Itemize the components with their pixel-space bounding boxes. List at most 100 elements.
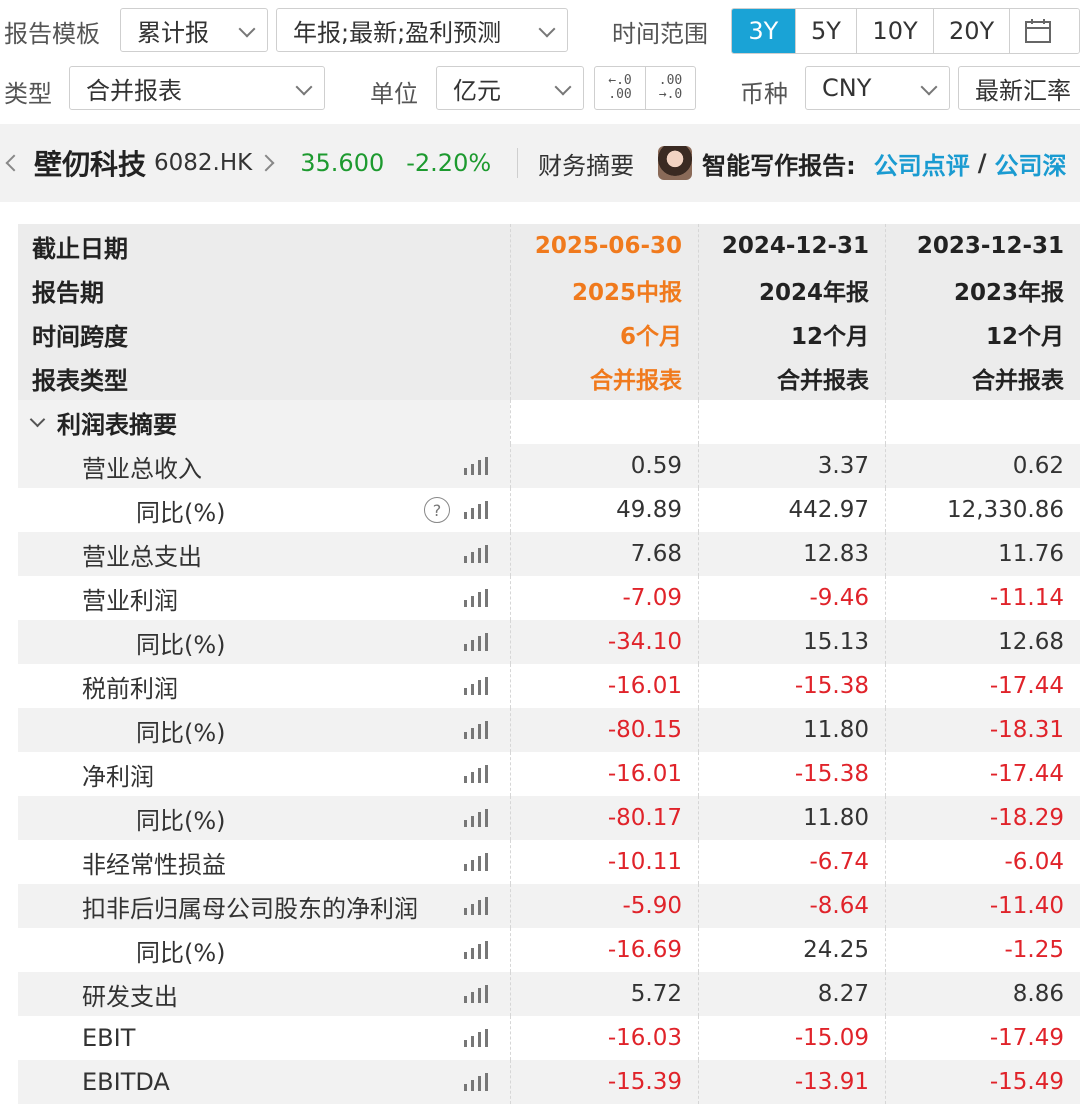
unit-value: 亿元: [453, 76, 501, 105]
table-row: 同比(%) -80.17 11.80 -18.29: [18, 796, 1080, 840]
ai-link-company-review[interactable]: 公司点评: [874, 146, 970, 181]
table-row: 同比(%) -16.69 24.25 -1.25: [18, 928, 1080, 972]
row-value: 11.76: [998, 541, 1064, 567]
ai-link-company-deep[interactable]: 公司深: [995, 146, 1067, 181]
row-value: -16.03: [607, 1025, 682, 1051]
row-label: 营业总支出: [82, 542, 202, 571]
header-value: 2023年报: [953, 280, 1064, 306]
row-label: 同比(%): [136, 718, 226, 747]
table-row: 扣非后归属母公司股东的净利润 -5.90 -8.64 -11.40: [18, 884, 1080, 928]
time-range-5y[interactable]: 5Y: [795, 9, 858, 53]
fx-rate-select[interactable]: 最新汇率: [958, 66, 1080, 110]
report-template-label: 报告模板: [4, 20, 100, 48]
time-range-10y[interactable]: 10Y: [857, 9, 934, 53]
header-value: 合并报表: [777, 368, 869, 394]
row-label: 同比(%): [136, 630, 226, 659]
tab-financial-summary[interactable]: 财务摘要: [538, 146, 634, 181]
bar-chart-icon[interactable]: [464, 457, 488, 475]
header-row: 截止日期 2025-06-30 2024-12-31 2023-12-31: [18, 224, 1080, 268]
next-stock-icon[interactable]: [257, 154, 275, 172]
row-value: -80.17: [607, 805, 682, 831]
ai-link-separator: /: [977, 149, 987, 177]
calendar-button[interactable]: [1010, 9, 1079, 53]
help-icon[interactable]: ?: [424, 497, 450, 523]
bar-chart-icon[interactable]: [464, 501, 488, 519]
chevron-down-icon: [554, 78, 572, 96]
bar-chart-icon[interactable]: [464, 677, 488, 695]
time-range-3y[interactable]: 3Y: [732, 9, 796, 53]
row-label: 扣非后归属母公司股东的净利润: [82, 894, 418, 923]
currency-select[interactable]: CNY: [805, 66, 950, 110]
row-label: 营业总收入: [82, 454, 202, 483]
header-row: 时间跨度 6个月 12个月 12个月: [18, 312, 1080, 356]
prev-stock-icon[interactable]: [5, 154, 23, 172]
row-value: -6.04: [1004, 849, 1064, 875]
row-value: -18.31: [989, 717, 1064, 743]
row-value: 0.59: [630, 453, 682, 479]
table-row: 非经常性损益 -10.11 -6.74 -6.04: [18, 840, 1080, 884]
bar-chart-icon[interactable]: [464, 809, 488, 827]
header-value: 2024-12-31: [721, 233, 869, 259]
table-row: EBITDA -15.39 -13.91 -15.49: [18, 1060, 1080, 1104]
calendar-icon: [1025, 19, 1052, 43]
header-value: 6个月: [619, 324, 682, 350]
stock-change: -2.20%: [406, 149, 492, 177]
bar-chart-icon[interactable]: [464, 941, 488, 959]
row-label: 研发支出: [82, 982, 178, 1011]
bar-chart-icon[interactable]: [464, 589, 488, 607]
section-income-summary[interactable]: 利润表摘要: [18, 400, 1080, 444]
report-template-select[interactable]: 累计报: [120, 8, 268, 52]
bar-chart-icon[interactable]: [464, 853, 488, 871]
table-row: 营业总支出 7.68 12.83 11.76: [18, 532, 1080, 576]
bar-chart-icon[interactable]: [464, 985, 488, 1003]
ai-report-label: 智能写作报告:: [702, 151, 856, 180]
chevron-down-icon: [920, 78, 938, 96]
decimal-increase-button[interactable]: ←.0 .00: [595, 67, 645, 109]
bar-chart-icon[interactable]: [464, 545, 488, 563]
row-value: -17.44: [989, 761, 1064, 787]
row-value: -7.09: [622, 585, 682, 611]
fx-rate-value: 最新汇率: [975, 76, 1071, 105]
header-label: 报表类型: [32, 366, 128, 395]
bar-chart-icon[interactable]: [464, 1073, 488, 1091]
row-label: 同比(%): [136, 498, 226, 527]
row-value: -17.44: [989, 673, 1064, 699]
row-value: -15.38: [794, 761, 869, 787]
type-value: 合并报表: [86, 76, 182, 105]
bar-chart-icon[interactable]: [464, 1029, 488, 1047]
bar-chart-icon[interactable]: [464, 765, 488, 783]
row-value: 5.72: [630, 981, 682, 1007]
table-row: EBIT -16.03 -15.09 -17.49: [18, 1016, 1080, 1060]
bar-chart-icon[interactable]: [464, 897, 488, 915]
header-row: 报告期 2025中报 2024年报 2023年报: [18, 268, 1080, 312]
report-selection-select[interactable]: 年报;最新;盈利预测: [276, 8, 568, 52]
row-label: EBIT: [82, 1024, 136, 1052]
section-title: 利润表摘要: [57, 410, 177, 439]
row-value: -6.74: [809, 849, 869, 875]
bar-chart-icon[interactable]: [464, 633, 488, 651]
stock-price: 35.600: [300, 149, 385, 177]
row-label: 税前利润: [82, 674, 178, 703]
bar-chart-icon[interactable]: [464, 721, 488, 739]
row-value: -16.69: [607, 937, 682, 963]
stock-name[interactable]: 壁仞科技: [34, 143, 146, 183]
type-select[interactable]: 合并报表: [69, 66, 325, 110]
chevron-down-icon[interactable]: [29, 411, 46, 427]
chevron-down-icon: [295, 78, 313, 96]
row-value: -34.10: [607, 629, 682, 655]
unit-select[interactable]: 亿元: [436, 66, 584, 110]
row-value: 3.37: [817, 453, 869, 479]
time-range-segment: 3Y 5Y 10Y 20Y: [731, 8, 1080, 54]
header-value: 合并报表: [972, 368, 1064, 394]
time-range-20y[interactable]: 20Y: [933, 9, 1011, 53]
header-label: 时间跨度: [32, 322, 128, 351]
row-value: -5.90: [622, 893, 682, 919]
decimal-decrease-button[interactable]: .00 →.0: [645, 67, 695, 109]
unit-label: 单位: [370, 80, 418, 108]
row-value: -1.25: [1004, 937, 1064, 963]
row-value: -18.29: [989, 805, 1064, 831]
financial-table: 截止日期 2025-06-30 2024-12-31 2023-12-31 报告期 202…: [18, 224, 1080, 1104]
row-value: 0.62: [1012, 453, 1064, 479]
currency-label: 币种: [740, 80, 788, 108]
report-template-value: 累计报: [137, 18, 209, 47]
